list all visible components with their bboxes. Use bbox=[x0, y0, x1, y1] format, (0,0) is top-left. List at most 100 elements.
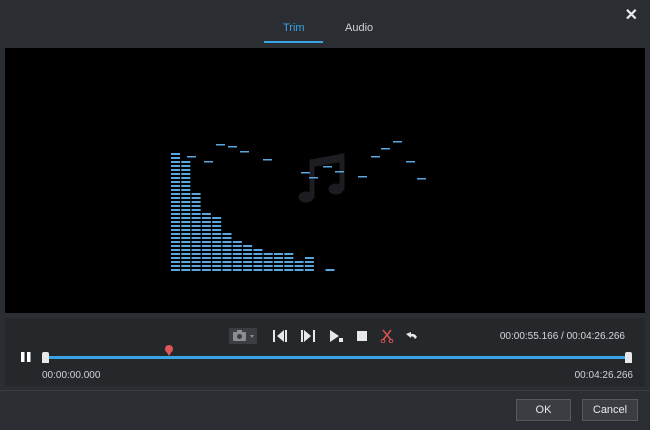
visualizer-segment bbox=[253, 265, 263, 267]
visualizer-segment bbox=[171, 213, 180, 215]
visualizer-segment bbox=[191, 217, 201, 219]
visualizer-segment bbox=[263, 265, 273, 267]
set-end-icon bbox=[301, 330, 315, 342]
visualizer-segment bbox=[201, 261, 211, 263]
visualizer-segment bbox=[232, 257, 242, 259]
visualizer-segment bbox=[191, 233, 201, 235]
visualizer-segment bbox=[181, 257, 191, 259]
visualizer-segment bbox=[171, 237, 180, 239]
visualizer-segment bbox=[181, 221, 191, 223]
cut-icon bbox=[380, 329, 394, 343]
visualizer-segment bbox=[171, 189, 180, 191]
visualizer-segment bbox=[294, 261, 304, 263]
visualizer-peak bbox=[406, 161, 415, 163]
visualizer-segment bbox=[171, 265, 180, 267]
visualizer-segment bbox=[222, 265, 232, 267]
visualizer-segment bbox=[181, 261, 191, 263]
visualizer-segment bbox=[243, 261, 253, 263]
visualizer-segment bbox=[212, 265, 222, 267]
visualizer-segment bbox=[212, 249, 222, 251]
snapshot-button[interactable] bbox=[228, 326, 258, 346]
visualizer-segment bbox=[171, 225, 180, 227]
visualizer-segment bbox=[232, 269, 242, 271]
visualizer-segment bbox=[274, 261, 283, 263]
trim-start-time: 00:00:00.000 bbox=[42, 370, 101, 381]
visualizer-segment bbox=[263, 269, 273, 271]
visualizer-segment bbox=[171, 165, 180, 167]
visualizer-peak bbox=[371, 156, 380, 158]
undo-button[interactable] bbox=[403, 326, 421, 346]
visualizer-segment bbox=[201, 225, 211, 227]
visualizer-segment bbox=[212, 233, 222, 235]
visualizer-segment bbox=[171, 221, 180, 223]
visualizer-segment bbox=[304, 269, 314, 271]
visualizer-segment bbox=[284, 269, 294, 271]
visualizer-segment bbox=[253, 257, 263, 259]
visualizer-segment bbox=[171, 169, 180, 171]
cancel-button[interactable]: Cancel bbox=[582, 399, 638, 421]
visualizer-segment bbox=[191, 193, 201, 195]
visualizer-segment bbox=[191, 201, 201, 203]
visualizer-segment bbox=[191, 237, 201, 239]
visualizer-segment bbox=[181, 201, 191, 203]
visualizer-segment bbox=[171, 257, 180, 259]
visualizer-segment bbox=[171, 177, 180, 179]
visualizer-segment bbox=[191, 269, 201, 271]
audio-visualizer bbox=[171, 141, 426, 271]
visualizer-segment bbox=[201, 249, 211, 251]
visualizer-segment bbox=[294, 265, 304, 267]
set-end-button[interactable] bbox=[298, 326, 318, 346]
visualizer-segment bbox=[212, 237, 222, 239]
timeline-track[interactable] bbox=[45, 356, 630, 359]
stop-button[interactable] bbox=[353, 326, 371, 346]
visualizer-segment bbox=[191, 197, 201, 199]
visualizer-peak bbox=[240, 151, 249, 153]
tab-trim[interactable]: Trim bbox=[283, 22, 305, 34]
visualizer-segment bbox=[243, 257, 253, 259]
visualizer-segment bbox=[181, 253, 191, 255]
visualizer-segment bbox=[181, 249, 191, 251]
visualizer-segment bbox=[191, 241, 201, 243]
time-display: 00:00:55.166 / 00:04:26.266 bbox=[500, 331, 625, 342]
visualizer-segment bbox=[181, 213, 191, 215]
visualizer-segment bbox=[171, 193, 180, 195]
visualizer-segment bbox=[181, 265, 191, 267]
visualizer-segment bbox=[243, 269, 253, 271]
visualizer-segment bbox=[222, 257, 232, 259]
visualizer-segment bbox=[284, 253, 294, 255]
close-icon[interactable]: ✕ bbox=[625, 5, 638, 25]
visualizer-segment bbox=[232, 245, 242, 247]
visualizer-segment bbox=[191, 261, 201, 263]
visualizer-segment bbox=[212, 217, 222, 219]
visualizer-peak bbox=[335, 171, 344, 173]
playhead-marker[interactable] bbox=[164, 344, 174, 362]
trim-end-handle[interactable] bbox=[625, 352, 632, 363]
trim-start-handle[interactable] bbox=[42, 352, 49, 363]
pause-button[interactable] bbox=[20, 350, 32, 368]
set-start-button[interactable] bbox=[270, 326, 290, 346]
total-time: 00:04:26.266 bbox=[566, 331, 625, 342]
pause-icon bbox=[21, 352, 31, 362]
visualizer-segment bbox=[232, 253, 242, 255]
ok-button[interactable]: OK bbox=[516, 399, 571, 421]
visualizer-segment bbox=[171, 209, 180, 211]
visualizer-segment bbox=[181, 233, 191, 235]
visualizer-segment bbox=[171, 253, 180, 255]
visualizer-segment bbox=[181, 237, 191, 239]
visualizer-segment bbox=[191, 249, 201, 251]
visualizer-segment bbox=[181, 185, 191, 187]
visualizer-segment bbox=[253, 249, 263, 251]
tab-audio[interactable]: Audio bbox=[345, 22, 373, 34]
visualizer-segment bbox=[181, 197, 191, 199]
visualizer-segment bbox=[171, 161, 180, 163]
visualizer-segment bbox=[243, 245, 253, 247]
visualizer-segment bbox=[181, 269, 191, 271]
visualizer-segment bbox=[253, 269, 263, 271]
visualizer-segment bbox=[263, 257, 273, 259]
cut-button[interactable] bbox=[378, 326, 396, 346]
visualizer-peak bbox=[381, 148, 390, 150]
play-segment-button[interactable] bbox=[326, 326, 346, 346]
visualizer-segment bbox=[181, 217, 191, 219]
visualizer-segment bbox=[263, 261, 273, 263]
visualizer-segment bbox=[181, 161, 191, 163]
